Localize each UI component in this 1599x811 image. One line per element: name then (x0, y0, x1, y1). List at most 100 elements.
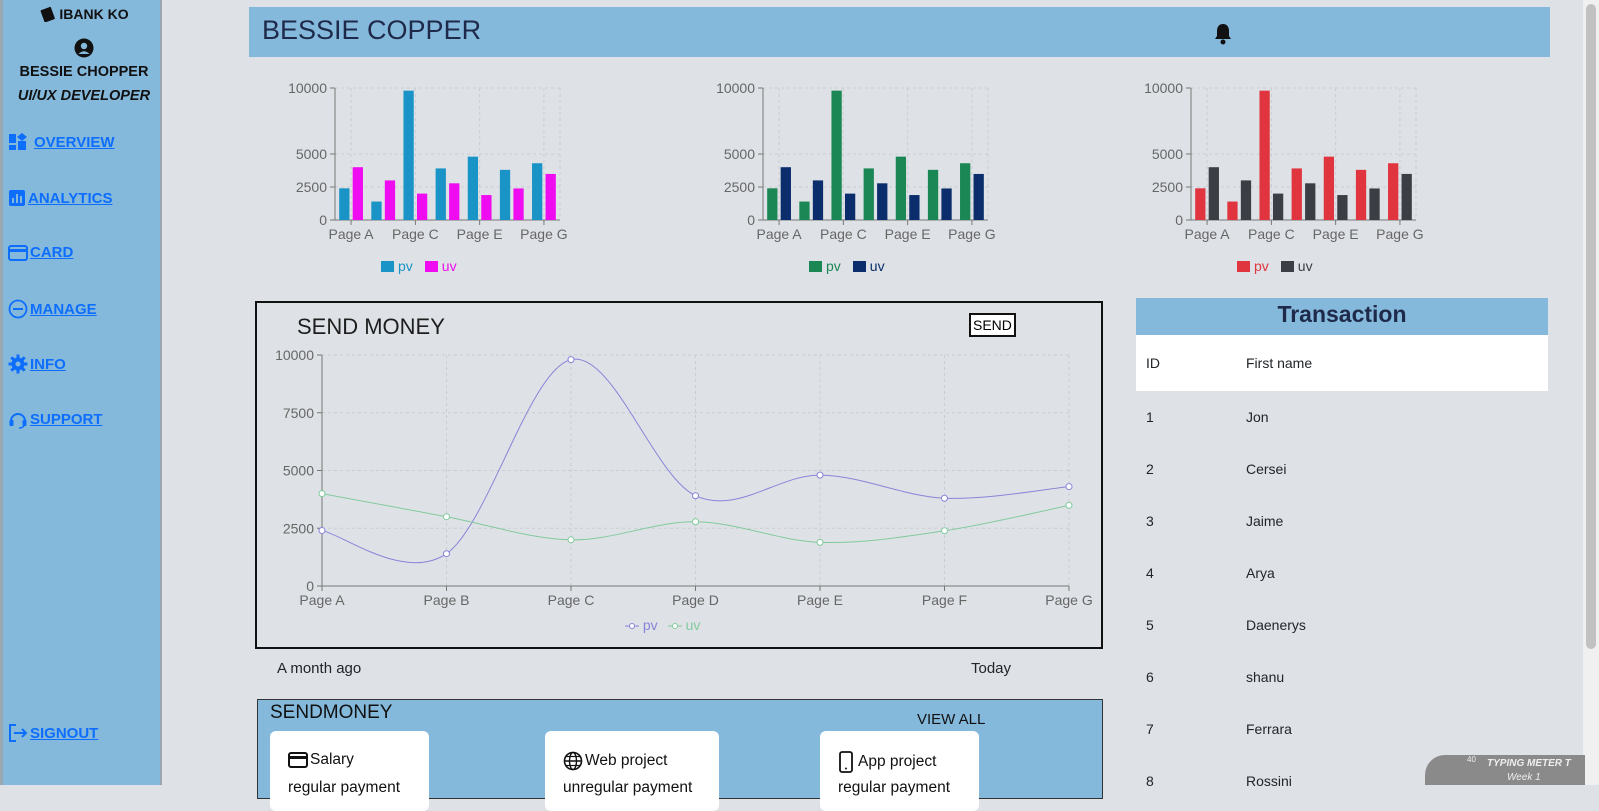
table-row[interactable]: 6 shanu (1136, 651, 1548, 703)
table-row[interactable]: 3 Jaime (1136, 495, 1548, 547)
bar-uv[interactable] (909, 195, 920, 220)
legend-line-icon (625, 623, 639, 629)
point-uv[interactable] (567, 536, 575, 544)
point-uv[interactable] (443, 513, 450, 521)
bar-uv[interactable] (545, 173, 556, 220)
bar-uv[interactable] (877, 183, 888, 220)
x-tick-label: Page G (948, 226, 995, 242)
view-all-link[interactable]: VIEW ALL (917, 711, 985, 728)
table-row[interactable]: 5 Daenerys (1136, 599, 1548, 651)
cell-id: 7 (1146, 721, 1154, 737)
card-subtitle: regular payment (838, 779, 951, 796)
bar-uv[interactable] (780, 167, 791, 220)
nav-support[interactable]: SUPPORT (8, 409, 103, 429)
bar-pv[interactable] (767, 188, 778, 220)
bar-pv[interactable] (499, 169, 511, 220)
point-uv[interactable] (1065, 501, 1073, 509)
legend-uv: uv (667, 617, 700, 633)
nav-analytics[interactable]: ANALYTICS (8, 189, 112, 207)
point-pv[interactable] (816, 471, 824, 479)
payment-card-app-project[interactable]: App project regular payment (820, 731, 979, 811)
point-uv[interactable] (692, 518, 699, 526)
bar-pv[interactable] (831, 90, 842, 220)
bar-uv[interactable] (1305, 183, 1316, 220)
bar-pv[interactable] (895, 156, 907, 220)
widget-subtitle: Week 1 (1507, 772, 1541, 783)
scrollbar-thumb[interactable] (1586, 4, 1596, 649)
table-row[interactable]: 1 Jon (1136, 391, 1548, 443)
nav-card[interactable]: CARD (8, 244, 73, 261)
y-tick-label: 0 (1175, 212, 1183, 228)
bar-uv[interactable] (352, 167, 363, 220)
bar-pv[interactable] (1227, 201, 1238, 220)
legend-uv: uv (424, 258, 457, 274)
table-row[interactable]: 4 Arya (1136, 547, 1548, 599)
bar-pv[interactable] (863, 168, 874, 220)
nav-manage[interactable]: MANAGE (8, 299, 97, 319)
cell-id: 5 (1146, 617, 1154, 633)
point-pv[interactable] (1065, 483, 1073, 491)
bar-uv[interactable] (1369, 188, 1380, 220)
nav-signout[interactable]: SIGNOUT (8, 723, 98, 743)
bar-uv[interactable] (481, 195, 492, 220)
bar-uv[interactable] (513, 188, 524, 220)
payment-card-web-project[interactable]: Web project unregular payment (545, 731, 719, 811)
point-pv[interactable] (443, 550, 450, 558)
table-row[interactable]: 7 Ferrara (1136, 703, 1548, 755)
bar-uv[interactable] (1240, 180, 1252, 220)
bar-pv[interactable] (339, 188, 350, 220)
bar-uv[interactable] (973, 173, 984, 220)
bar-pv[interactable] (435, 168, 446, 220)
bar-uv[interactable] (449, 183, 460, 220)
bar-pv[interactable] (1195, 188, 1206, 220)
point-uv[interactable] (816, 538, 824, 546)
bar-pv[interactable] (1291, 168, 1302, 220)
point-pv[interactable] (692, 492, 699, 500)
bar-uv[interactable] (812, 180, 824, 220)
bar-chart-red-legend: pv uv (1237, 258, 1313, 274)
card-icon (288, 752, 308, 768)
bar-uv[interactable] (1208, 167, 1219, 220)
bar-pv[interactable] (467, 156, 479, 220)
bar-uv[interactable] (384, 180, 396, 220)
payment-card-salary[interactable]: Salary regular payment (270, 731, 429, 811)
transaction-table: ID First name 1 Jon 2 Cersei 3 Jaime 4 Arya 5 Dae… (1136, 335, 1548, 807)
page-title: BESSIE COPPER (262, 15, 482, 45)
bar-pv[interactable] (403, 90, 414, 220)
x-tick-label: Page A (328, 226, 374, 242)
bar-uv[interactable] (1337, 195, 1348, 220)
send-money-panel: SEND MONEY SEND 0 2500 5000 7500 10000 Page A… (255, 301, 1103, 649)
x-tick-label: Page A (1184, 226, 1230, 242)
bar-pv[interactable] (1259, 90, 1270, 220)
typing-meter-widget[interactable]: 40 TYPING METER T Week 1 (1425, 755, 1585, 785)
card-title: Salary (310, 751, 354, 768)
bar-pv[interactable] (1355, 169, 1367, 220)
nav-info[interactable]: INFO (8, 354, 66, 374)
point-uv[interactable] (318, 490, 326, 498)
bar-pv[interactable] (960, 163, 971, 220)
bar-chart-blue-legend: pv uv (381, 258, 457, 274)
page-scrollbar[interactable] (1583, 0, 1599, 785)
bar-pv[interactable] (1388, 163, 1399, 220)
bar-uv[interactable] (1401, 173, 1412, 220)
bar-pv[interactable] (1323, 156, 1335, 220)
bar-uv[interactable] (844, 193, 856, 220)
bell-icon[interactable] (1213, 23, 1233, 45)
bar-uv[interactable] (416, 193, 428, 220)
cell-first-name: Ferrara (1246, 721, 1292, 737)
point-pv[interactable] (318, 527, 326, 535)
point-pv[interactable] (567, 356, 575, 364)
nav-overview[interactable]: OVERVIEW (8, 133, 115, 151)
bar-uv[interactable] (1272, 193, 1284, 220)
bar-pv[interactable] (927, 169, 939, 220)
point-pv[interactable] (941, 494, 948, 502)
bar-uv[interactable] (941, 188, 952, 220)
bar-pv[interactable] (532, 163, 543, 220)
send-button[interactable]: SEND (969, 313, 1016, 337)
bar-pv[interactable] (799, 201, 810, 220)
bar-pv[interactable] (371, 201, 382, 220)
widget-gauge-value: 40 (1467, 755, 1476, 764)
table-row[interactable]: 2 Cersei (1136, 443, 1548, 495)
point-uv[interactable] (941, 527, 948, 535)
nav-info-label: INFO (30, 355, 66, 373)
